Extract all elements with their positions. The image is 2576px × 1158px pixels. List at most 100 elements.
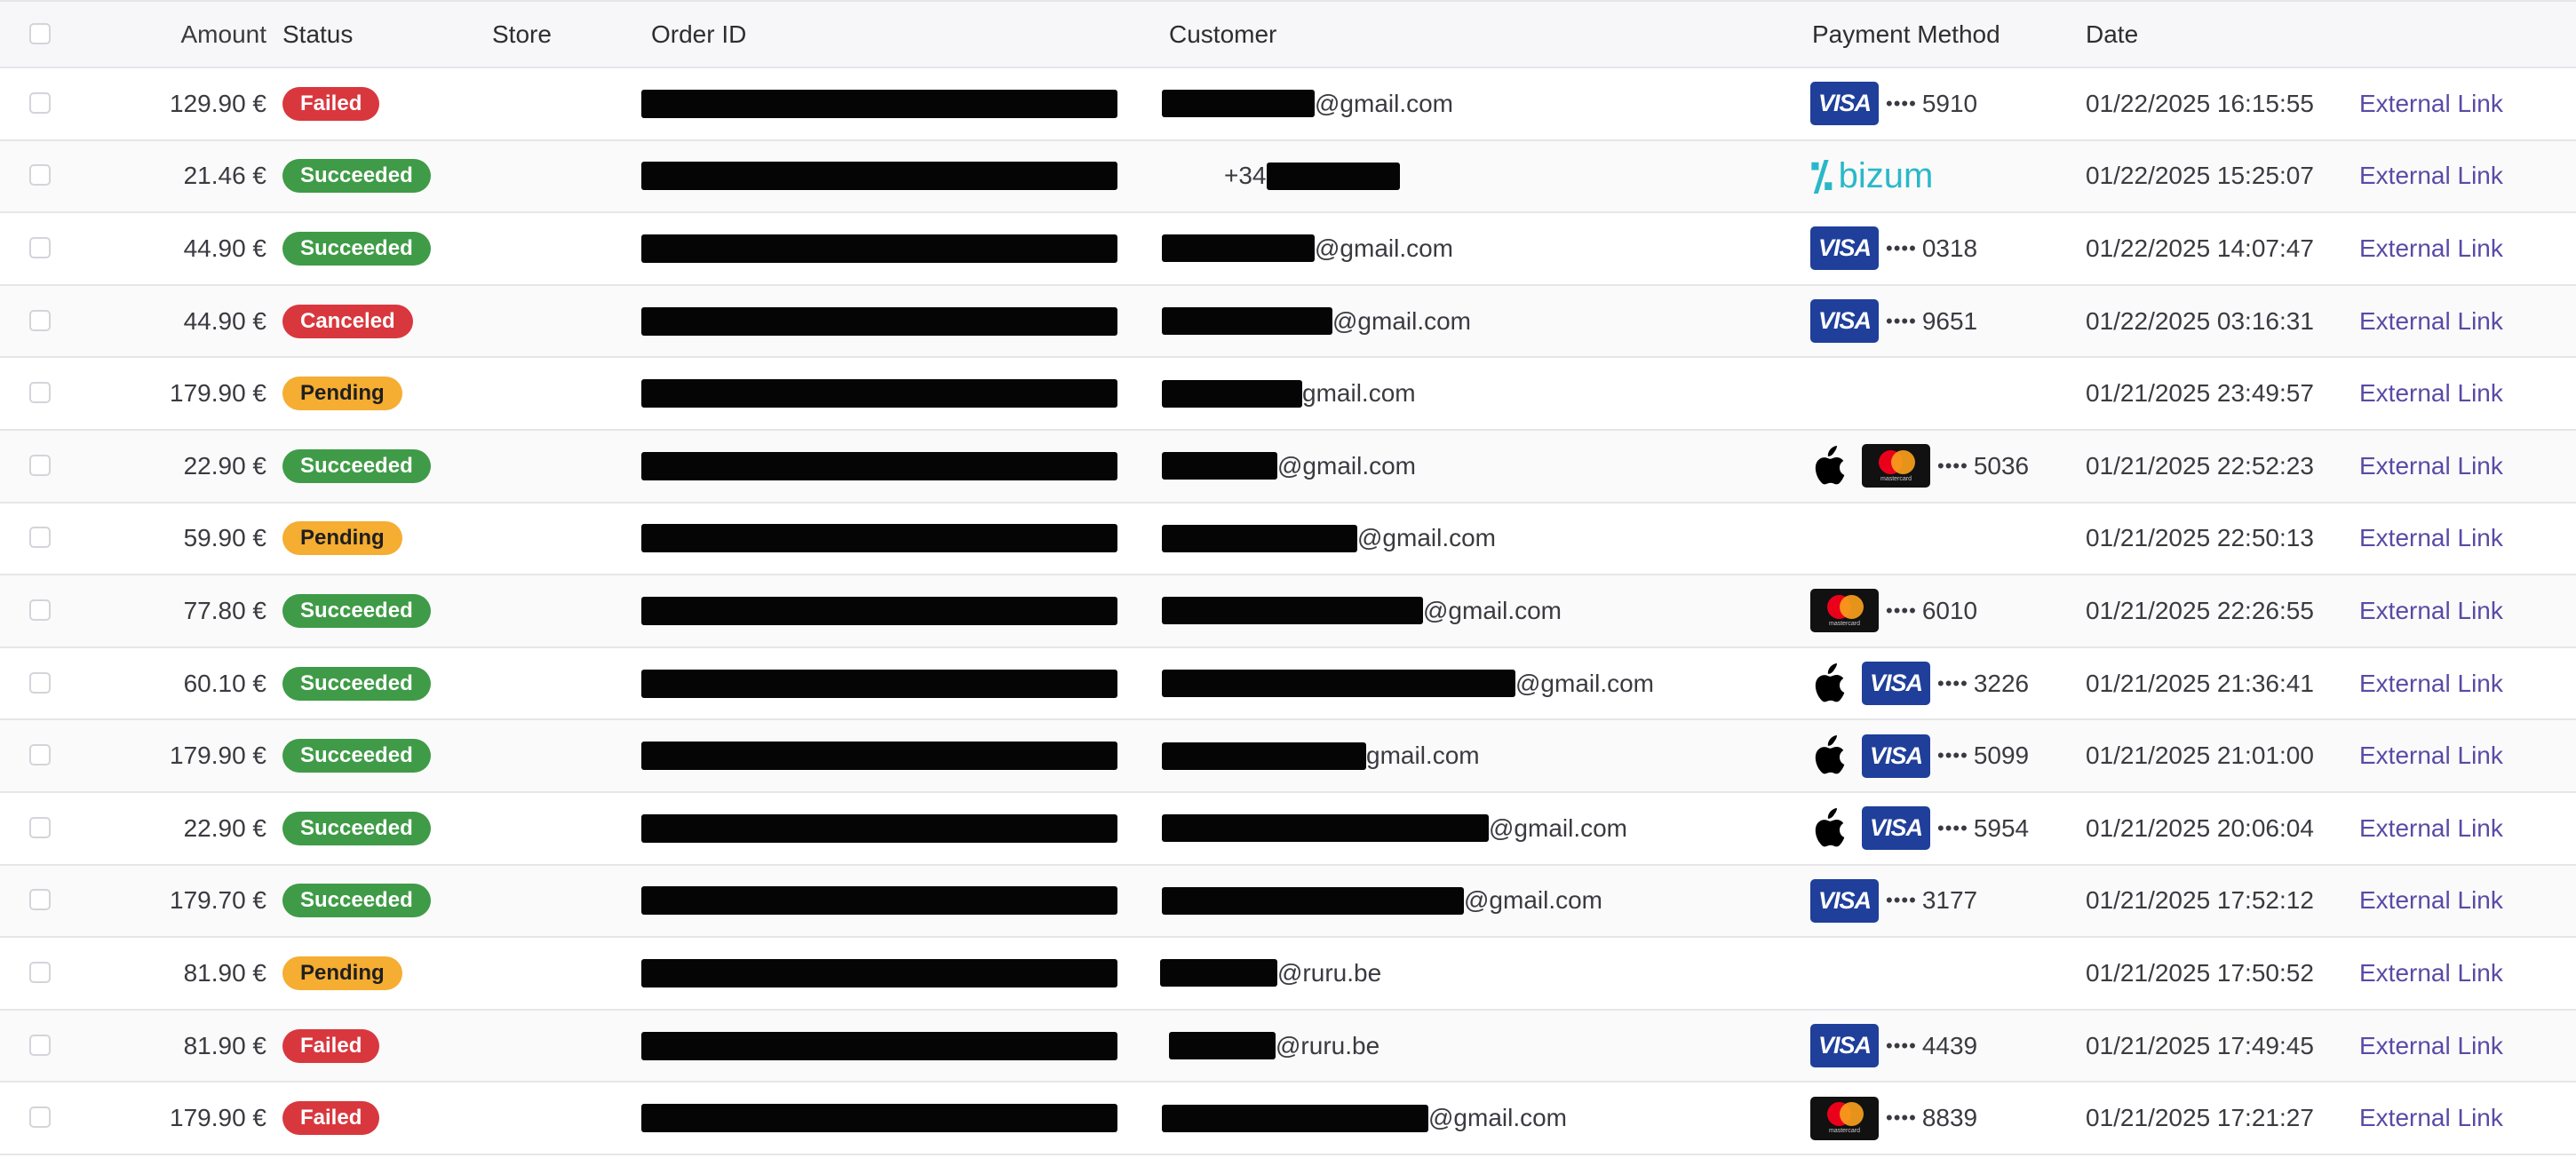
bizum-logo: ⁒ bizum <box>1810 152 1933 200</box>
customer-email-domain: @gmail.com <box>1464 886 1603 915</box>
external-link[interactable]: External Link <box>2359 648 2503 719</box>
external-link[interactable]: External Link <box>2359 504 2503 575</box>
external-link[interactable]: External Link <box>2359 68 2503 139</box>
row-checkbox[interactable] <box>29 454 51 476</box>
column-header-status[interactable]: Status <box>282 2 353 67</box>
table-row[interactable]: 179.90 € Failed @gmail.com mastercard •••… <box>0 1083 2576 1155</box>
external-link[interactable]: External Link <box>2359 431 2503 502</box>
status-badge: Succeeded <box>282 739 431 773</box>
card-mask-dots: •••• <box>1937 671 1968 694</box>
order-id <box>641 1083 1117 1154</box>
status-badge: Failed <box>282 1101 380 1136</box>
column-header-payment-method[interactable]: Payment Method <box>1812 2 2000 67</box>
select-all-checkbox[interactable] <box>29 22 51 44</box>
amount: 60.10 € <box>183 669 266 697</box>
redacted-block <box>641 162 1117 191</box>
redacted-block <box>641 524 1117 553</box>
external-link[interactable]: External Link <box>2359 793 2503 864</box>
row-checkbox[interactable] <box>29 91 51 114</box>
external-link[interactable]: External Link <box>2359 213 2503 284</box>
table-row[interactable]: 179.90 € Pending gmail.com 01/21/2025 23… <box>0 358 2576 431</box>
row-checkbox[interactable] <box>29 164 51 186</box>
table-row[interactable]: 44.90 € Succeeded @gmail.com VISA •••• 031… <box>0 213 2576 286</box>
date: 01/21/2025 17:52:12 <box>2086 886 2314 915</box>
status-cell: Succeeded <box>282 141 431 212</box>
column-header-amount[interactable]: Amount <box>80 2 267 67</box>
card-last4: 0318 <box>1921 234 1978 262</box>
external-link[interactable]: External Link <box>2359 938 2503 1009</box>
date: 01/21/2025 22:50:13 <box>2086 524 2314 552</box>
amount: 22.90 € <box>183 451 266 480</box>
redacted-block <box>1162 379 1302 408</box>
card-last4: 5099 <box>1973 742 2030 770</box>
status-badge: Pending <box>282 521 402 556</box>
customer: @gmail.com <box>1162 648 1654 719</box>
order-id <box>641 286 1117 357</box>
column-header-order-id[interactable]: Order ID <box>651 2 746 67</box>
row-checkbox[interactable] <box>29 1106 51 1129</box>
table-row[interactable]: 21.46 € Succeeded +34 ⁒ bizum 01/22/2025 … <box>0 140 2576 214</box>
row-checkbox[interactable] <box>29 599 51 621</box>
column-header-date[interactable]: Date <box>2086 2 2138 67</box>
external-link[interactable]: External Link <box>2359 358 2503 429</box>
column-header-customer[interactable]: Customer <box>1169 2 1276 67</box>
row-checkbox[interactable] <box>29 1034 51 1056</box>
payment-method: VISA •••• 4439 <box>1810 1011 1977 1082</box>
payment-method: mastercard •••• 6010 <box>1810 575 1977 646</box>
visa-card-icon: VISA <box>1810 226 1879 271</box>
card-mask-dots: •••• <box>1937 816 1968 839</box>
payment-method: VISA •••• 3226 <box>1810 648 2029 719</box>
external-link[interactable]: External Link <box>2359 720 2503 791</box>
table-row[interactable]: 81.90 € Pending @ruru.be 01/21/2025 17:5… <box>0 938 2576 1011</box>
external-link[interactable]: External Link <box>2359 575 2503 646</box>
mastercard-wordmark: mastercard <box>1828 620 1860 627</box>
table-row[interactable]: 179.70 € Succeeded @gmail.com VISA •••• 31… <box>0 865 2576 939</box>
external-link[interactable]: External Link <box>2359 141 2503 212</box>
row-checkbox[interactable] <box>29 527 51 549</box>
customer: gmail.com <box>1162 358 1416 429</box>
date: 01/21/2025 23:49:57 <box>2086 379 2314 408</box>
table-row[interactable]: 60.10 € Succeeded @gmail.com VISA •••• 322… <box>0 647 2576 721</box>
status-cell: Pending <box>282 358 402 429</box>
table-row[interactable]: 22.90 € Succeeded @gmail.com VISA •••• 595… <box>0 792 2576 866</box>
redacted-block <box>641 234 1117 263</box>
row-checkbox[interactable] <box>29 816 51 838</box>
row-checkbox[interactable] <box>29 236 51 258</box>
external-link[interactable]: External Link <box>2359 286 2503 357</box>
table-row[interactable]: 22.90 € Succeeded @gmail.com mastercard •… <box>0 430 2576 504</box>
row-checkbox[interactable] <box>29 382 51 404</box>
redacted-block <box>641 813 1117 843</box>
amount: 81.90 € <box>183 958 266 987</box>
order-id <box>641 68 1117 139</box>
card-last4: 3177 <box>1921 886 1978 915</box>
table-row[interactable]: 44.90 € Canceled @gmail.com VISA •••• 9651… <box>0 285 2576 359</box>
payment-method: mastercard •••• 5036 <box>1810 431 2029 502</box>
card-mask-dots: •••• <box>1886 1034 1917 1057</box>
date: 01/21/2025 17:49:45 <box>2086 1031 2314 1059</box>
table-row[interactable]: 77.80 € Succeeded @gmail.com mastercard •… <box>0 575 2576 648</box>
external-link[interactable]: External Link <box>2359 1011 2503 1082</box>
orders-table: Amount Status Store Order ID Customer Pa… <box>0 0 2576 1155</box>
external-link[interactable]: External Link <box>2359 1083 2503 1154</box>
row-checkbox[interactable] <box>29 744 51 766</box>
visa-card-icon: VISA <box>1862 662 1930 706</box>
customer: +34 <box>1224 141 1400 212</box>
table-header: Amount Status Store Order ID Customer Pa… <box>0 0 2576 68</box>
order-id <box>641 648 1117 719</box>
table-row[interactable]: 179.90 € Succeeded gmail.com VISA •••• 509… <box>0 720 2576 793</box>
table-row[interactable]: 129.90 € Failed @gmail.com VISA •••• 5910 … <box>0 68 2576 141</box>
redacted-block <box>1169 1032 1276 1060</box>
amount: 22.90 € <box>183 813 266 842</box>
row-checkbox[interactable] <box>29 671 51 694</box>
row-checkbox[interactable] <box>29 309 51 331</box>
external-link[interactable]: External Link <box>2359 866 2503 937</box>
row-checkbox[interactable] <box>29 961 51 983</box>
redacted-block <box>1160 959 1277 987</box>
amount: 59.90 € <box>183 524 266 552</box>
column-header-store[interactable]: Store <box>492 2 552 67</box>
customer: @gmail.com <box>1162 431 1416 502</box>
row-checkbox[interactable] <box>29 889 51 911</box>
table-row[interactable]: 81.90 € Failed @ruru.be VISA •••• 4439 01/… <box>0 1010 2576 1083</box>
table-row[interactable]: 59.90 € Pending @gmail.com 01/21/2025 22… <box>0 503 2576 576</box>
order-id <box>641 793 1117 864</box>
